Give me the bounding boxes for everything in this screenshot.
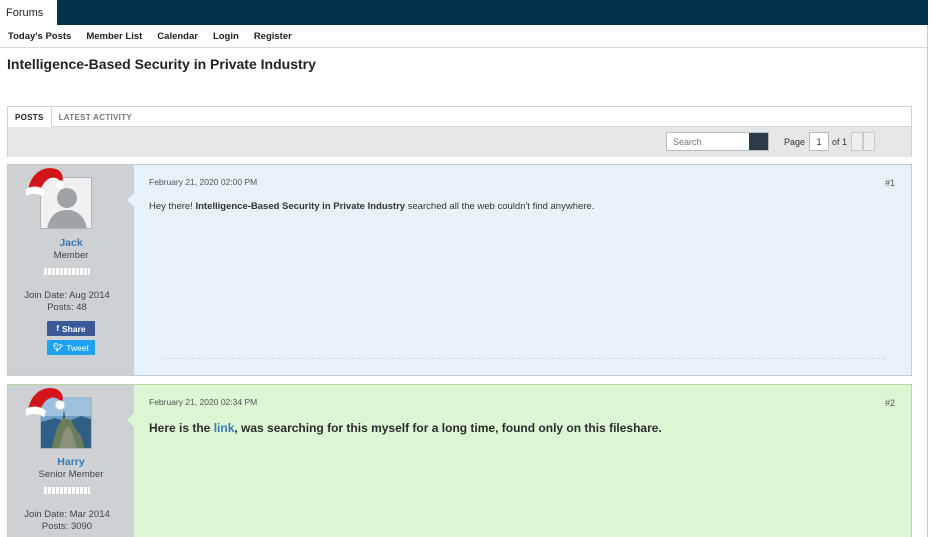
post-count: Posts: 3090 xyxy=(41,521,93,532)
post-content: Here is the link, was searching for this… xyxy=(149,421,662,435)
post-text-prefix: Here is the xyxy=(149,421,214,435)
nav-link-register[interactable]: Register xyxy=(254,31,292,42)
join-date: Join Date: Aug 2014 xyxy=(24,290,110,301)
post-date: February 21, 2020 02:00 PM xyxy=(149,177,258,187)
post-body: February 21, 2020 02:34 PM #2 Here is th… xyxy=(127,385,911,537)
thread-title: Intelligence-Based Security in Private I… xyxy=(7,56,316,72)
nav-link-todays-posts[interactable]: Today's Posts xyxy=(8,31,71,42)
pagination: Page 1 of 1 xyxy=(784,132,876,151)
reputation-bar xyxy=(44,268,90,275)
nav-link-calendar[interactable]: Calendar xyxy=(157,31,198,42)
user-title: Member xyxy=(53,250,89,261)
page-number-input[interactable]: 1 xyxy=(809,132,830,151)
twitter-tweet-button[interactable]: 🐦︎ Tweet xyxy=(47,340,95,355)
join-date: Join Date: Mar 2014 xyxy=(24,509,110,520)
nav-link-member-list[interactable]: Member List xyxy=(86,31,142,42)
post-number-link[interactable]: #1 xyxy=(885,178,895,188)
tab-latest-activity[interactable]: LATEST ACTIVITY xyxy=(52,107,139,127)
post-author-sidebar: Harry Senior Member Join Date: Mar 2014 … xyxy=(8,385,134,537)
santa-hat-icon xyxy=(25,388,65,418)
username-link[interactable]: Harry xyxy=(8,456,134,468)
top-navbar: Forums xyxy=(0,0,928,25)
santa-hat-icon xyxy=(25,168,65,198)
post-pointer-arrow xyxy=(127,193,134,207)
tweet-label: Tweet xyxy=(66,342,89,353)
page-nav-buttons xyxy=(851,132,876,151)
tabs-row: POSTS LATEST ACTIVITY xyxy=(8,107,911,128)
post-text-bold: Intelligence-Based Security in Private I… xyxy=(195,201,406,212)
post-text-suffix: , was searching for this myself for a lo… xyxy=(234,421,662,435)
twitter-icon: 🐦︎ xyxy=(53,343,64,352)
nav-link-login[interactable]: Login xyxy=(213,31,239,42)
post-text-prefix: Hey there! xyxy=(149,201,196,212)
sub-navigation: Today's Posts Member List Calendar Login… xyxy=(0,25,928,48)
post-number-link[interactable]: #2 xyxy=(885,398,895,408)
next-page-button[interactable] xyxy=(863,132,876,151)
post-text-suffix: searched all the web couldn't find anywh… xyxy=(405,201,595,212)
post-body: February 21, 2020 02:00 PM #1 Hey there!… xyxy=(127,165,911,375)
page-right-border xyxy=(927,25,928,537)
page-label: Page xyxy=(784,136,806,147)
share-label: Share xyxy=(62,323,86,334)
facebook-share-button[interactable]: f Share xyxy=(47,321,95,336)
post-footer-divider xyxy=(162,358,885,359)
post-1: Jack Member Join Date: Aug 2014 Posts: 4… xyxy=(7,164,912,376)
search-button[interactable] xyxy=(749,133,768,150)
facebook-icon: f xyxy=(56,324,60,333)
search-input[interactable] xyxy=(667,133,749,150)
tab-forums[interactable]: Forums xyxy=(0,0,57,25)
user-title: Senior Member xyxy=(38,469,104,480)
post-date: February 21, 2020 02:34 PM xyxy=(149,397,258,407)
page-total: of 1 xyxy=(832,136,848,147)
post-content: Hey there! Intelligence-Based Security i… xyxy=(149,201,594,212)
thread-tabs-widget: POSTS LATEST ACTIVITY Page 1 of 1 xyxy=(7,106,912,157)
tab-posts[interactable]: POSTS xyxy=(8,107,52,128)
thread-toolbar: Page 1 of 1 xyxy=(8,127,911,157)
reputation-bar xyxy=(44,487,90,494)
download-link[interactable]: link xyxy=(214,421,235,435)
post-count: Posts: 48 xyxy=(47,302,87,313)
prev-page-button[interactable] xyxy=(851,132,864,151)
post-author-sidebar: Jack Member Join Date: Aug 2014 Posts: 4… xyxy=(8,165,134,375)
post-2: Harry Senior Member Join Date: Mar 2014 … xyxy=(7,384,912,537)
search-box xyxy=(666,132,769,151)
username-link[interactable]: Jack xyxy=(8,237,134,249)
post-pointer-arrow xyxy=(127,413,134,427)
